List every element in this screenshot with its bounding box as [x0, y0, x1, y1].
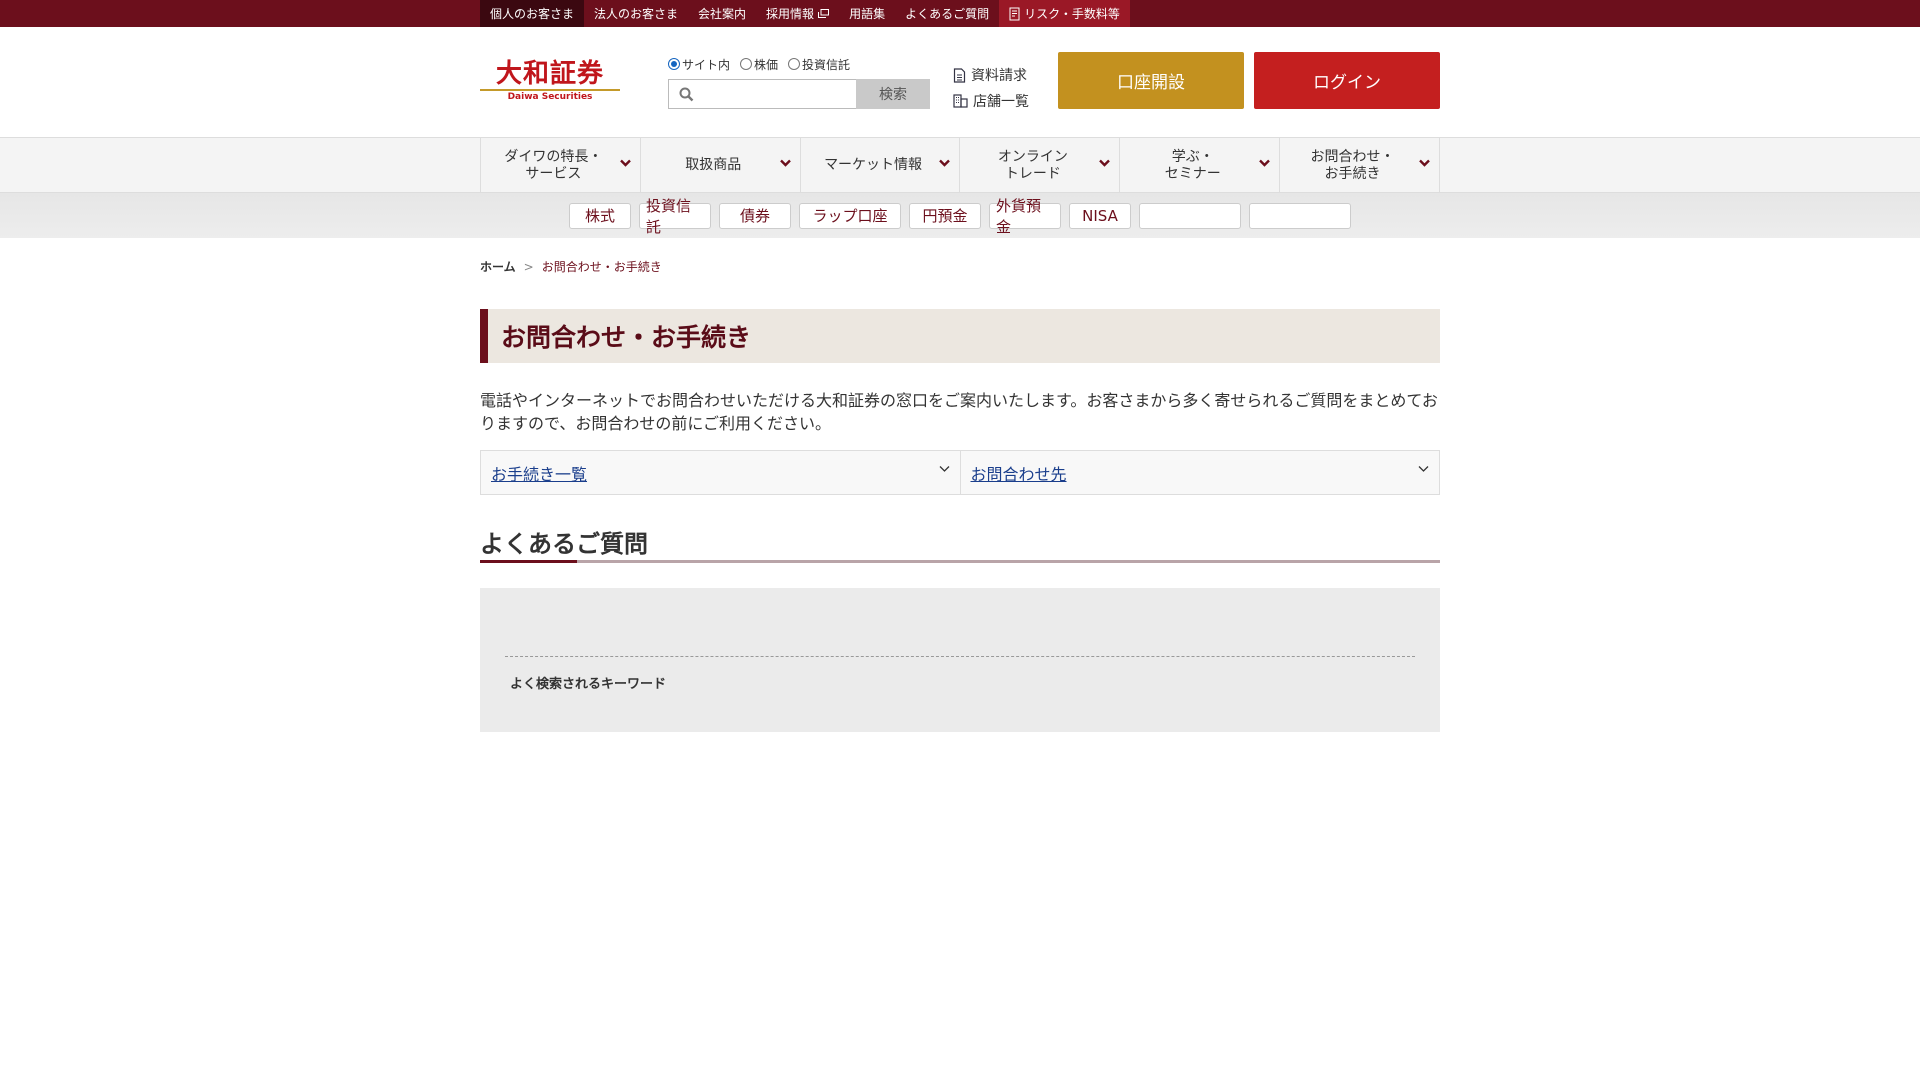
chevron-down-icon — [939, 466, 949, 472]
store-list-link[interactable]: 店舗一覧 — [953, 88, 1029, 114]
product-tabs: 株式 投資信託 債券 ラップ口座 円預金 外貨預金 NISA — [0, 193, 1920, 238]
gnav-online-line1: オンライン — [997, 148, 1068, 165]
global-nav: ダイワの特長・ サービス 取扱商品 マーケット情報 オンライン トレード 学ぶ・ セミ… — [0, 138, 1920, 193]
search-input[interactable] — [668, 79, 856, 109]
gnav-products-label: 取扱商品 — [685, 157, 742, 173]
accordion-contacts[interactable]: お問合わせ先 — [959, 451, 1440, 494]
main-content: ホーム > お問合わせ・お手続き お問合わせ・お手続き 電話やインターネットでお… — [480, 258, 1440, 732]
procedures-link[interactable]: お手続き一覧 — [491, 461, 587, 485]
accordion-procedures[interactable]: お手続き一覧 — [481, 451, 960, 494]
breadcrumb-home[interactable]: ホーム — [480, 258, 516, 275]
radio-stock[interactable]: 株価 — [740, 56, 778, 73]
gnav-features-line1: ダイワの特長・ — [504, 148, 603, 165]
logo-underline — [480, 89, 620, 91]
product-tab-nisa[interactable]: NISA — [1069, 202, 1131, 229]
keyword-divider — [505, 656, 1415, 657]
gnav-item-contact[interactable]: お問合わせ・ お手続き — [1280, 138, 1440, 193]
product-tab-stock[interactable]: 株式 — [569, 202, 631, 229]
topbar-link-company[interactable]: 会社案内 — [688, 0, 756, 27]
topbar-recruit-label: 採用情報 — [766, 7, 815, 21]
request-docs-link[interactable]: 資料請求 — [953, 62, 1029, 88]
radio-site[interactable]: サイト内 — [668, 56, 730, 73]
product-tab-blank-2[interactable] — [1249, 202, 1351, 229]
open-account-button[interactable]: 口座開設 — [1058, 52, 1244, 109]
gnav-online-line2: トレード — [1004, 165, 1061, 182]
document-icon — [953, 67, 966, 83]
building-icon — [953, 94, 968, 108]
chevron-down-icon — [1099, 159, 1111, 167]
radio-fund-button[interactable] — [788, 58, 801, 70]
product-tab-bond[interactable]: 債券 — [719, 202, 791, 229]
chevron-down-icon — [779, 159, 791, 167]
chevron-down-icon — [1419, 159, 1430, 167]
gnav-item-market[interactable]: マーケット情報 — [801, 138, 961, 193]
breadcrumb: ホーム > お問合わせ・お手続き — [480, 258, 1440, 275]
gnav-learn-line2: セミナー — [1164, 165, 1221, 182]
topbar-risk-label: リスク・手数料等 — [1024, 7, 1120, 21]
gnav-features-line2: サービス — [525, 165, 582, 182]
radio-site-button[interactable] — [668, 58, 680, 70]
site-header: 大和証券 Daiwa Securities サイト内 株価 投資信託 検索 資料… — [0, 27, 1920, 138]
chevron-down-icon — [619, 159, 631, 167]
topbar-link-personal[interactable]: 個人のお客さま — [480, 0, 585, 27]
chevron-down-icon — [1418, 466, 1429, 472]
radio-site-label: サイト内 — [682, 57, 731, 72]
product-tab-foreign-deposit[interactable]: 外貨預金 — [989, 197, 1061, 236]
login-button[interactable]: ログイン — [1254, 52, 1440, 109]
contacts-link[interactable]: お問合わせ先 — [971, 461, 1067, 485]
gnav-contact-line1: お問合わせ・ — [1310, 148, 1395, 165]
product-tab-blank-1[interactable] — [1139, 202, 1241, 229]
chevron-down-icon — [1259, 159, 1270, 167]
radio-fund-label: 投資信託 — [802, 57, 851, 72]
gnav-contact-line2: お手続き — [1324, 165, 1381, 182]
gnav-item-learn[interactable]: 学ぶ・ セミナー — [1120, 138, 1281, 193]
request-docs-label: 資料請求 — [971, 68, 1027, 84]
logo-english: Daiwa Securities — [507, 92, 593, 102]
logo-japanese: 大和証券 — [495, 59, 604, 89]
gnav-item-features[interactable]: ダイワの特長・ サービス — [481, 138, 641, 193]
product-tab-wrap[interactable]: ラップ口座 — [799, 202, 901, 229]
keyword-search-box: よく検索されるキーワード — [480, 588, 1440, 732]
gnav-market-label: マーケット情報 — [824, 157, 923, 173]
product-tab-yen-deposit[interactable]: 円預金 — [909, 202, 981, 229]
faq-heading: よくあるご質問 — [480, 530, 648, 558]
topbar-link-glossary[interactable]: 用語集 — [839, 0, 895, 27]
quick-links-accordion: お手続き一覧 お問合わせ先 — [480, 450, 1440, 495]
product-tab-fund[interactable]: 投資信託 — [639, 197, 711, 236]
radio-stock-button[interactable] — [740, 58, 753, 70]
radio-fund[interactable]: 投資信託 — [788, 56, 850, 73]
topbar-link-corporate[interactable]: 法人のお客さま — [584, 0, 688, 27]
store-list-label: 店舗一覧 — [973, 94, 1029, 110]
page-lead-text: 電話やインターネットでお問合わせいただける大和証券の窓口をご案内いたします。お客… — [480, 391, 1438, 433]
breadcrumb-separator: > — [523, 259, 534, 274]
gnav-item-products[interactable]: 取扱商品 — [641, 138, 801, 193]
popular-keywords-label: よく検索されるキーワード — [510, 677, 667, 692]
topbar-link-recruit[interactable]: 採用情報 — [756, 0, 839, 27]
search-button[interactable]: 検索 — [856, 79, 930, 109]
header-sublinks: 資料請求 店舗一覧 — [953, 62, 1029, 114]
search-icon — [679, 87, 694, 101]
external-window-icon — [818, 9, 830, 18]
page-title: お問合わせ・お手続き — [480, 309, 1440, 363]
chevron-down-icon — [939, 159, 951, 167]
topbar-link-faq[interactable]: よくあるご質問 — [895, 0, 999, 27]
faq-heading-underline — [480, 560, 1440, 563]
daiwa-logo[interactable]: 大和証券 Daiwa Securities — [480, 59, 620, 102]
search-area: サイト内 株価 投資信託 検索 — [668, 55, 932, 109]
topbar-link-risk[interactable]: リスク・手数料等 — [999, 0, 1130, 27]
breadcrumb-current: お問合わせ・お手続き — [541, 260, 662, 274]
radio-stock-label: 株価 — [754, 57, 779, 72]
gnav-learn-line1: 学ぶ・ — [1171, 148, 1214, 165]
top-bar: 個人のお客さま 法人のお客さま 会社案内 採用情報 用語集 よくあるご質問 リス… — [0, 0, 1920, 27]
gnav-item-online-trade[interactable]: オンライン トレード — [960, 138, 1121, 193]
search-scope-radios: サイト内 株価 投資信託 — [668, 55, 932, 73]
document-icon — [1009, 7, 1020, 20]
